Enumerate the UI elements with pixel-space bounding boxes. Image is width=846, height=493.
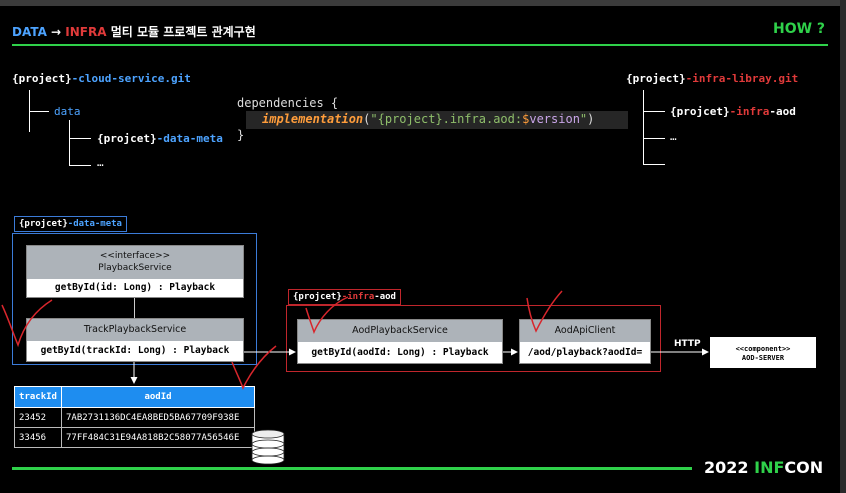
red-check-mark-1 bbox=[1, 299, 53, 348]
red-check-mark-4 bbox=[526, 290, 563, 333]
database-icon bbox=[251, 429, 285, 465]
infcon-brand: 2022 INFCON bbox=[704, 458, 823, 477]
footer-divider bbox=[12, 467, 692, 470]
red-check-mark-3 bbox=[305, 296, 349, 335]
brand-year: 2022 bbox=[704, 458, 749, 477]
brand-con: CON bbox=[784, 458, 824, 477]
brand-inf: INF bbox=[754, 458, 785, 477]
diagram-connectors bbox=[1, 290, 709, 465]
